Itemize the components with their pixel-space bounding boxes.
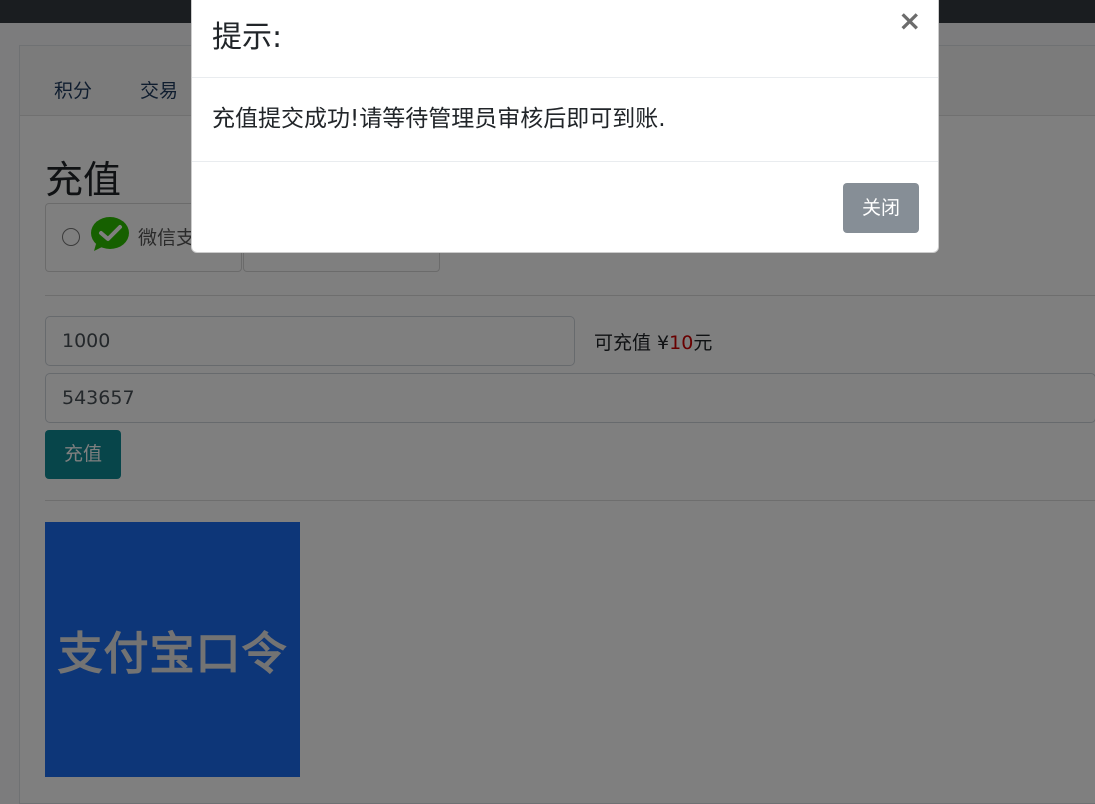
modal-header: 提示: ×: [192, 0, 938, 78]
modal-title: 提示:: [212, 20, 283, 55]
modal-message: 充值提交成功!请等待管理员审核后即可到账.: [212, 106, 666, 132]
notice-modal: 提示: × 充值提交成功!请等待管理员审核后即可到账. 关闭: [191, 0, 939, 253]
close-icon[interactable]: ×: [898, 7, 921, 35]
modal-close-button[interactable]: 关闭: [843, 183, 919, 233]
modal-body: 充值提交成功!请等待管理员审核后即可到账.: [192, 77, 938, 162]
